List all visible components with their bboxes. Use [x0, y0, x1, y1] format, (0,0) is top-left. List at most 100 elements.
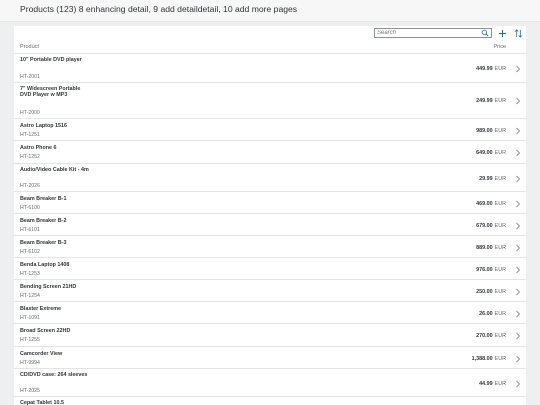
price-currency: EUR [494, 128, 506, 134]
price-currency: EUR [494, 98, 506, 104]
price-currency: EUR [494, 66, 506, 72]
product-price: 29.99 EUR [479, 176, 506, 182]
product-price: 976.00 EUR [476, 267, 506, 273]
product-name: Beam Breaker B-3 [20, 240, 67, 246]
product-id: HT-1253 [20, 271, 40, 277]
sort-arrows-icon [514, 28, 522, 38]
product-id: HT-1091 [20, 315, 40, 321]
chevron-right-icon[interactable] [515, 355, 521, 363]
table-row[interactable]: Benda Laptop 1408 HT-1253 976.00 EUR [14, 258, 526, 280]
price-amount: 679.00 [476, 223, 493, 229]
price-amount: 270.00 [476, 333, 493, 339]
chevron-right-icon[interactable] [515, 97, 521, 105]
table-row[interactable]: 10" Portable DVD player HT-2001 449.99 EUR [14, 54, 526, 83]
product-name: Bending Screen 21HD [20, 284, 77, 290]
table-row[interactable]: Astro Phone 6 HT-1252 649.00 EUR [14, 141, 526, 164]
price-amount: 44.99 [479, 381, 493, 387]
table-row[interactable]: 7" Widescreen Portable DVD Player w MP3 H… [14, 83, 526, 119]
price-currency: EUR [494, 245, 506, 251]
product-price: 679.00 EUR [476, 223, 506, 229]
product-id: HT-2001 [20, 74, 40, 80]
chevron-right-icon[interactable] [515, 222, 521, 230]
product-id: HT-2000 [20, 110, 40, 116]
product-price: 26.00 EUR [479, 311, 506, 317]
price-currency: EUR [494, 223, 506, 229]
chevron-right-icon[interactable] [515, 244, 521, 252]
table-row[interactable]: Beam Breaker B-3 HT-6102 889.00 EUR [14, 236, 526, 258]
search-field[interactable] [374, 28, 492, 38]
price-amount: 989.00 [476, 128, 493, 134]
table-row[interactable]: Bending Screen 21HD HT-1254 250.00 EUR [14, 280, 526, 302]
chevron-right-icon[interactable] [515, 65, 521, 73]
table-row[interactable]: Audio/Video Cable Kit - 4m HT-2026 29.99 EU… [14, 164, 526, 192]
product-list: 10" Portable DVD player HT-2001 449.99 EUR 7… [14, 54, 526, 405]
product-name: Audio/Video Cable Kit - 4m [20, 167, 89, 173]
chevron-right-icon[interactable] [515, 310, 521, 318]
chevron-right-icon[interactable] [515, 288, 521, 296]
plus-icon [498, 29, 506, 37]
price-currency: EUR [494, 311, 506, 317]
table-row[interactable]: Beam Breaker B-1 HT-6100 469.00 EUR [14, 192, 526, 214]
product-id: HT-6101 [20, 227, 40, 233]
product-name: Beam Breaker B-2 [20, 218, 67, 224]
column-header-price[interactable]: Price [493, 44, 506, 50]
product-price: 250.00 EUR [476, 289, 506, 295]
chevron-right-icon[interactable] [515, 127, 521, 135]
product-price: 889.00 EUR [476, 245, 506, 251]
price-currency: EUR [494, 356, 506, 362]
table-row[interactable]: Beam Breaker B-2 HT-6101 679.00 EUR [14, 214, 526, 236]
chevron-right-icon[interactable] [515, 200, 521, 208]
price-currency: EUR [494, 333, 506, 339]
chevron-right-icon[interactable] [515, 266, 521, 274]
list-toolbar [14, 26, 526, 41]
sort-button[interactable] [512, 27, 524, 39]
table-row[interactable]: Camcorder View HT-9994 1,388.00 EUR [14, 347, 526, 369]
product-name: Benda Laptop 1408 [20, 262, 70, 268]
product-id: HT-9994 [20, 360, 40, 366]
chevron-right-icon[interactable] [515, 380, 521, 388]
product-id: HT-1252 [20, 154, 40, 160]
product-price: 449.99 EUR [476, 66, 506, 72]
magnifier-icon[interactable] [481, 29, 489, 37]
product-id: HT-2025 [20, 388, 40, 394]
price-currency: EUR [494, 201, 506, 207]
product-name: Astro Phone 6 [20, 145, 57, 151]
price-amount: 26.00 [479, 311, 493, 317]
product-name: Cepat Tablet 10.5 [20, 400, 64, 405]
price-amount: 469.00 [476, 201, 493, 207]
table-row[interactable]: Broad Screen 22HD HT-1255 270.00 EUR [14, 324, 526, 347]
product-price: 249.99 EUR [476, 98, 506, 104]
chevron-right-icon[interactable] [515, 149, 521, 157]
product-name: Astro Laptop 1516 [20, 123, 68, 129]
price-amount: 1,388.00 [471, 356, 493, 362]
product-id: HT-1254 [20, 293, 40, 299]
product-name: Camcorder View [20, 351, 63, 357]
product-id: HT-6102 [20, 249, 40, 255]
page-header: Products (123) 8 enhancing detail, 9 add… [0, 0, 540, 22]
product-id: HT-2026 [20, 183, 40, 189]
table-row[interactable]: CD/DVD case: 264 sleeves HT-2025 44.99 EUR [14, 369, 526, 397]
column-header-product[interactable]: Product [20, 44, 39, 50]
page-title: Products (123) 8 enhancing detail, 9 add… [20, 4, 298, 14]
price-amount: 889.00 [476, 245, 493, 251]
price-currency: EUR [494, 150, 506, 156]
product-price: 989.00 EUR [476, 128, 506, 134]
price-amount: 250.00 [476, 289, 493, 295]
table-row[interactable]: Astro Laptop 1516 HT-1251 989.00 EUR [14, 119, 526, 141]
search-input[interactable] [375, 29, 481, 37]
price-currency: EUR [494, 176, 506, 182]
add-button[interactable] [496, 27, 508, 39]
product-id: HT-1255 [20, 337, 40, 343]
product-price: 270.00 EUR [476, 333, 506, 339]
product-price: 44.99 EUR [479, 381, 506, 387]
chevron-right-icon[interactable] [515, 175, 521, 183]
product-price: 1,388.00 EUR [472, 356, 506, 362]
price-amount: 249.99 [476, 98, 493, 104]
chevron-right-icon[interactable] [515, 332, 521, 340]
product-name: Beam Breaker B-1 [20, 196, 67, 202]
product-id: HT-6100 [20, 205, 40, 211]
table-row[interactable]: Cepat Tablet 10.5 [14, 397, 526, 405]
product-name: Broad Screen 22HD [20, 328, 71, 334]
price-amount: 649.00 [476, 150, 493, 156]
table-row[interactable]: Blaster Extreme HT-1091 26.00 EUR [14, 302, 526, 324]
